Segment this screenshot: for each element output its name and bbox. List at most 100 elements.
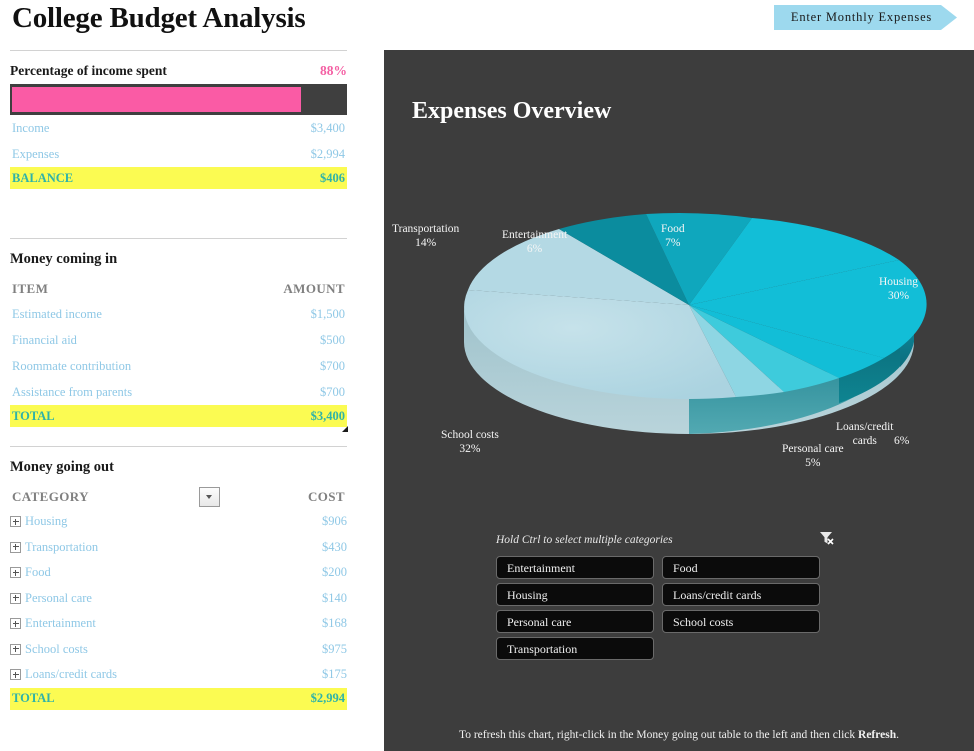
section-divider [10,50,347,51]
item-label: Assistance from parents [12,385,133,399]
clear-filter-icon[interactable] [818,530,834,546]
kpi-label: Percentage of income spent [10,63,167,78]
enter-monthly-expenses-button[interactable]: Enter Monthly Expenses [774,5,957,30]
item-label: Financial aid [12,333,77,347]
expand-plus-icon[interactable] [10,592,21,604]
category-label: Housing [25,514,68,529]
chevron-down-icon[interactable] [198,487,220,507]
kpi-value: 88% [320,63,347,78]
total-value: $3,400 [310,408,345,423]
column-header-category: CATEGORY [12,489,89,504]
category-cost: $175 [322,667,347,682]
expenses-pie-chart: Housing 30% Loans/credit cards 6% Person… [384,150,974,490]
item-amount: $700 [320,359,345,373]
total-label: TOTAL [12,408,55,423]
money-out-total-row: TOTAL $2,994 [10,687,347,710]
table-row[interactable]: Estimated income $1,500 [10,301,347,327]
money-in-table-header: ITEM AMOUNT [10,277,347,301]
row-label: Expenses [12,147,60,161]
slicer-button-housing[interactable]: Housing [496,583,654,606]
money-going-out-title: Money going out [10,459,114,475]
pie-label-personal-care: Personal care 5% [782,443,844,469]
slicer-button-school-costs[interactable]: School costs [662,610,820,633]
pie-label-food: Food 7% [661,223,685,249]
category-cost: $906 [322,514,347,529]
category-label: Entertainment [25,616,96,631]
category-label: Personal care [25,590,92,605]
item-label: Estimated income [12,307,102,321]
slicer-button-food[interactable]: Food [662,556,820,579]
pie-label-loans-pct: 6% [894,435,910,447]
page-header: College Budget Analysis Enter Monthly Ex… [0,0,974,50]
table-row[interactable]: Transportation $430 [10,535,347,561]
table-row[interactable]: Personal care $140 [10,586,347,612]
money-coming-in-title: Money coming in [10,251,118,267]
total-label: TOTAL [12,691,55,705]
table-row[interactable]: Food $200 [10,560,347,586]
expand-plus-icon[interactable] [10,643,21,655]
refresh-instruction-bold: Refresh [858,729,897,741]
money-coming-in-section: Money coming in ITEM AMOUNT Estimated in… [10,238,348,432]
slicer-button-transportation[interactable]: Transportation [496,637,654,660]
table-row[interactable]: Roommate contribution $700 [10,353,347,379]
column-header-amount: AMOUNT [283,281,345,296]
table-row[interactable]: Assistance from parents $700 [10,379,347,405]
expand-plus-icon[interactable] [10,541,21,553]
section-divider [10,446,347,447]
pie-label-entertainment: Entertainment 6% [502,229,568,255]
money-out-table-header: CATEGORY COST [10,485,347,509]
chart-title: Expenses Overview [412,98,612,124]
slicer-button-loans-credit-cards[interactable]: Loans/credit cards [662,583,820,606]
refresh-instruction-suffix: . [896,729,900,741]
category-slicer: Hold Ctrl to select multiple categories … [496,530,856,660]
expand-plus-icon[interactable] [10,516,21,528]
category-label: Loans/credit cards [25,667,117,682]
expand-plus-icon[interactable] [10,567,21,579]
summary-row-expenses: Expenses $2,994 [10,141,347,167]
total-value: $2,994 [310,691,345,705]
table-row[interactable]: Entertainment $168 [10,611,347,637]
slicer-button-grid: Entertainment Food Housing Loans/credit … [496,556,856,660]
summary-row-income: Income $3,400 [10,115,347,141]
category-label: School costs [25,641,88,656]
balance-label: BALANCE [12,170,74,185]
budget-summary-panel: Percentage of income spent 88% Income $3… [0,50,384,751]
income-spent-progress-bar [10,84,347,115]
item-label: Roommate contribution [12,359,132,373]
category-cost: $430 [322,539,347,554]
table-row[interactable]: Housing $906 [10,509,347,535]
category-cost: $140 [322,590,347,605]
item-amount: $700 [320,385,345,399]
balance-value: $406 [320,170,345,185]
column-header-cost: COST [307,489,345,504]
category-cost: $975 [322,641,347,656]
percentage-income-spent-row: Percentage of income spent 88% [10,63,347,79]
pie-label-transportation: Transportation 14% [392,223,460,249]
table-row[interactable]: Financial aid $500 [10,327,347,353]
expenses-chart-panel: Expenses Overview Housing 30% Loans/cred… [384,50,974,751]
page-title: College Budget Analysis [12,2,306,34]
slicer-button-entertainment[interactable]: Entertainment [496,556,654,579]
category-label: Food [25,565,51,580]
category-cost: $200 [322,565,347,580]
row-value: $3,400 [310,121,345,135]
money-going-out-section: Money going out CATEGORY COST Housing $9… [10,446,347,710]
slicer-button-personal-care[interactable]: Personal care [496,610,654,633]
refresh-instruction-prefix: To refresh this chart, right-click in th… [458,729,859,741]
pie-label-school-costs: School costs 32% [441,429,499,455]
item-amount: $1,500 [310,307,345,321]
progress-bar-fill [12,87,302,112]
refresh-instruction: To refresh this chart, right-click in th… [384,729,974,741]
pie-label-loans: Loans/credit cards [836,421,894,447]
table-row[interactable]: School costs $975 [10,637,347,663]
category-cost: $168 [322,616,347,631]
column-header-item: ITEM [12,281,49,296]
balance-row: BALANCE $406 [10,167,347,189]
pie-label-housing: Housing 30% [879,276,918,302]
expand-plus-icon[interactable] [10,618,21,630]
money-in-total-row: TOTAL $3,400 [10,405,348,432]
table-row[interactable]: Loans/credit cards $175 [10,662,347,688]
slicer-hint: Hold Ctrl to select multiple categories [496,534,673,546]
expand-plus-icon[interactable] [10,669,21,681]
row-label: Income [12,121,50,135]
